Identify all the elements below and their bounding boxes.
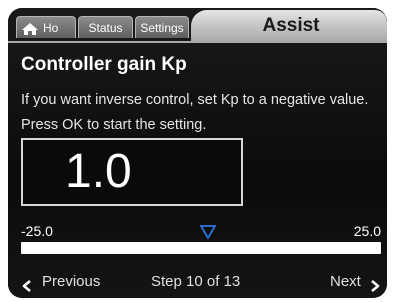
home-icon (21, 21, 39, 43)
next-label: Next (330, 273, 361, 290)
tab-divider (8, 41, 387, 43)
tab-status-label: Status (88, 21, 123, 35)
setting-value: 1.0 (65, 145, 132, 198)
screen-background: Ho Status Settings Assist Controller gai… (8, 8, 387, 298)
tab-bar: Ho Status Settings Assist (8, 8, 387, 43)
value-slider-track[interactable] (21, 242, 381, 254)
page-description: If you want inverse control, set Kp to a… (21, 92, 369, 133)
tab-status[interactable]: Status (78, 16, 133, 38)
next-button[interactable]: Next (330, 270, 384, 294)
tab-settings-label: Settings (140, 21, 184, 35)
tab-home[interactable]: Ho (16, 16, 76, 38)
tab-settings[interactable]: Settings (135, 16, 189, 38)
chevron-right-icon (370, 276, 380, 298)
step-indicator: Step 10 of 13 (151, 273, 241, 290)
previous-label: Previous (42, 273, 101, 290)
chevron-left-icon (22, 276, 32, 298)
footer-nav: Previous Step 10 of 13 Next (8, 270, 387, 296)
range-max-label: 25.0 (353, 223, 381, 239)
tab-assist[interactable]: Assist (191, 10, 387, 42)
device-screen: Ho Status Settings Assist Controller gai… (8, 8, 387, 298)
tab-home-label: Ho (43, 21, 59, 35)
page-title: Controller gain Kp (21, 54, 187, 75)
range-min-label: -25.0 (21, 223, 53, 239)
value-display[interactable]: 1.0 (21, 138, 243, 206)
tab-assist-label: Assist (262, 15, 320, 36)
